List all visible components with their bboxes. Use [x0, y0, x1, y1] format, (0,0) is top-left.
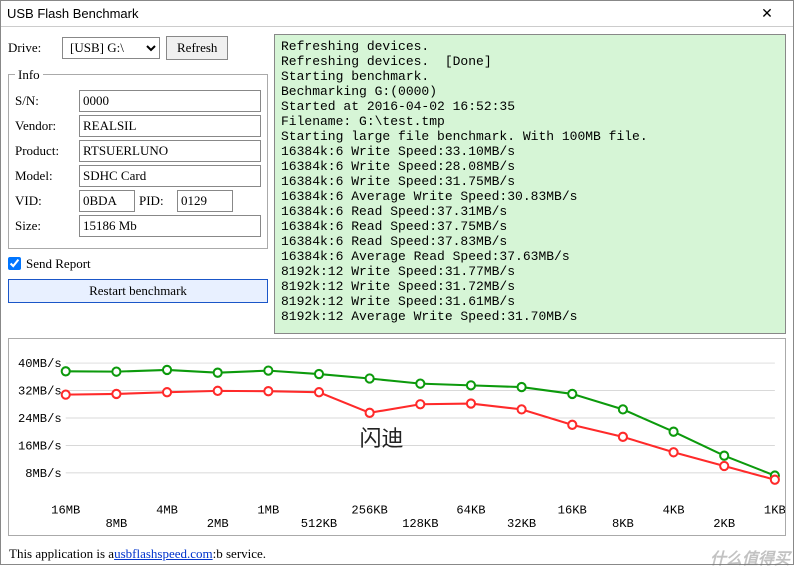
size-label: Size: [15, 218, 75, 234]
drive-label: Drive: [8, 40, 56, 56]
speed-chart: 8MB/s 16MB/s 24MB/s 32MB/s 40MB/s 16MB 8MB 4MB 2… [8, 338, 786, 536]
log-output[interactable]: Refreshing devices. Refreshing devices. … [274, 34, 786, 334]
info-legend: Info [15, 67, 43, 83]
vendor-label: Vendor: [15, 118, 75, 134]
pid-field[interactable] [177, 190, 233, 212]
footer-link[interactable]: usbflashspeed.com [114, 546, 213, 562]
send-report-checkbox[interactable] [8, 257, 21, 270]
size-field[interactable] [79, 215, 261, 237]
footer: This application is a usbflashspeed.com … [1, 543, 793, 564]
close-icon[interactable]: ✕ [747, 5, 787, 22]
product-field[interactable] [79, 140, 261, 162]
svg-text:8MB: 8MB [105, 517, 127, 531]
svg-text:64KB: 64KB [456, 504, 485, 518]
info-group: Info S/N: Vendor: Product: Model: [8, 67, 268, 249]
pid-label: PID: [139, 193, 173, 209]
restart-benchmark-button[interactable]: Restart benchmark [8, 279, 268, 303]
footer-post: :b service. [213, 546, 266, 562]
chart-overlay-text: 闪迪 [359, 421, 403, 453]
svg-text:2MB: 2MB [207, 517, 229, 531]
watermark: 什么值得买 [710, 545, 790, 569]
titlebar: USB Flash Benchmark ✕ [1, 1, 793, 27]
vendor-field[interactable] [79, 115, 261, 137]
svg-text:4MB: 4MB [156, 504, 178, 518]
send-report-label: Send Report [26, 256, 91, 272]
svg-text:16MB: 16MB [51, 504, 80, 518]
model-field[interactable] [79, 165, 261, 187]
svg-text:8MB/s: 8MB/s [25, 467, 61, 481]
svg-text:512KB: 512KB [301, 517, 337, 531]
svg-text:16MB/s: 16MB/s [18, 439, 62, 453]
refresh-button[interactable]: Refresh [166, 36, 228, 60]
svg-text:16KB: 16KB [558, 504, 587, 518]
svg-text:1KB: 1KB [764, 504, 785, 518]
window-title: USB Flash Benchmark [7, 6, 747, 21]
vid-label: VID: [15, 193, 75, 209]
svg-text:8KB: 8KB [612, 517, 634, 531]
svg-text:24MB/s: 24MB/s [18, 412, 62, 426]
svg-text:128KB: 128KB [402, 517, 438, 531]
footer-pre: This application is a [9, 546, 114, 562]
svg-text:256KB: 256KB [351, 504, 387, 518]
svg-text:32MB/s: 32MB/s [18, 384, 62, 398]
vid-field[interactable] [79, 190, 135, 212]
svg-text:2KB: 2KB [713, 517, 735, 531]
svg-text:4KB: 4KB [663, 504, 685, 518]
sn-field[interactable] [79, 90, 261, 112]
sn-label: S/N: [15, 93, 75, 109]
svg-text:40MB/s: 40MB/s [18, 357, 62, 371]
model-label: Model: [15, 168, 75, 184]
svg-text:1MB: 1MB [257, 504, 279, 518]
product-label: Product: [15, 143, 75, 159]
drive-select[interactable]: [USB] G:\ [62, 37, 160, 59]
svg-text:32KB: 32KB [507, 517, 536, 531]
